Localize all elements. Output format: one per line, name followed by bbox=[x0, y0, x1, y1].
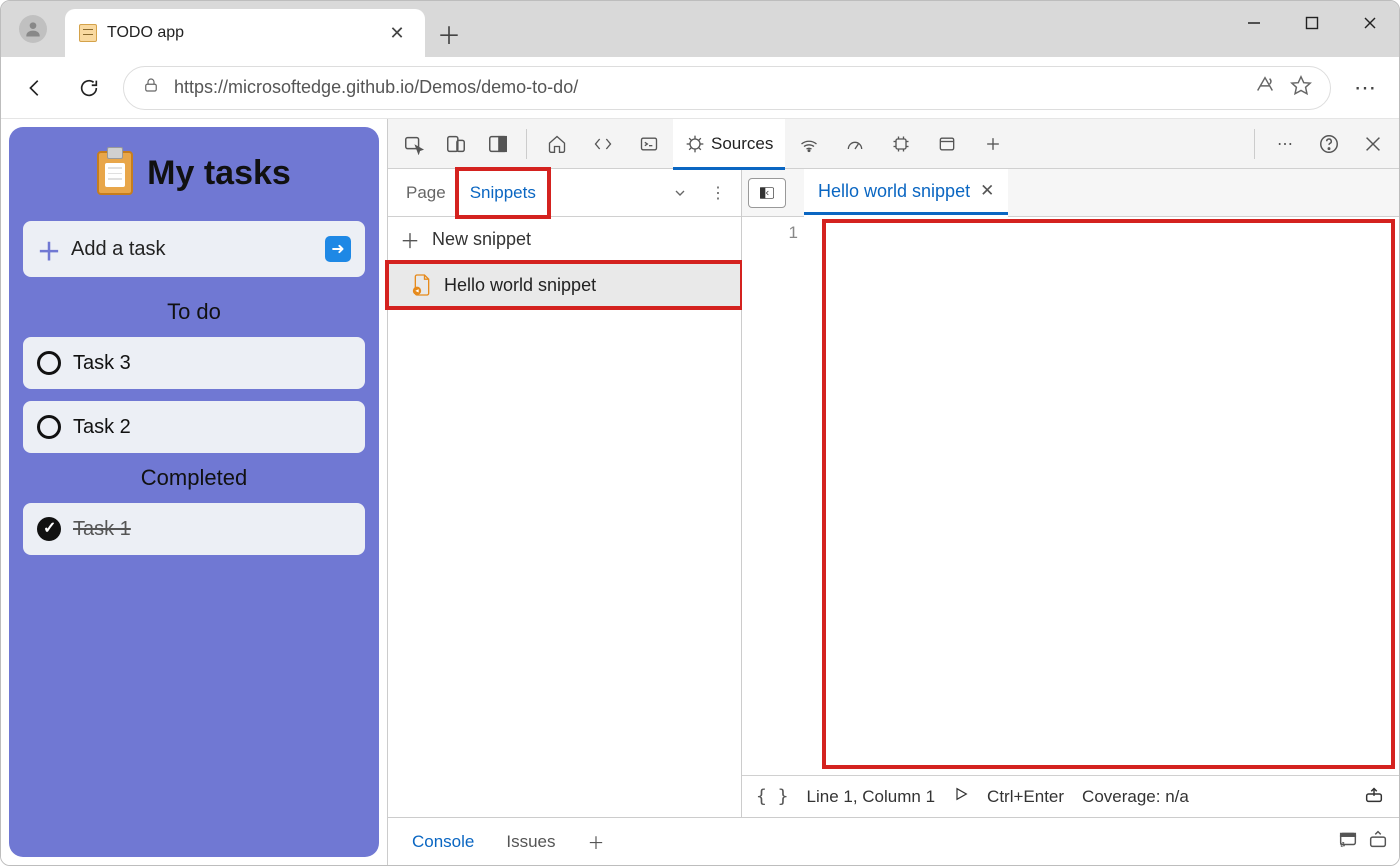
add-task-input[interactable]: ＋ Add a task ➜ bbox=[23, 221, 365, 277]
toggle-navigator-icon[interactable] bbox=[748, 178, 786, 208]
tab-sources-label: Sources bbox=[711, 134, 773, 154]
task-name: Task 3 bbox=[73, 352, 131, 375]
submit-arrow-icon[interactable]: ➜ bbox=[325, 236, 351, 262]
tab-memory[interactable] bbox=[879, 119, 923, 169]
tab-elements[interactable] bbox=[581, 119, 625, 169]
section-todo-header: To do bbox=[23, 299, 365, 325]
favicon-icon bbox=[79, 24, 97, 42]
profile-icon[interactable] bbox=[19, 15, 47, 43]
run-hint: Ctrl+Enter bbox=[987, 787, 1064, 807]
devtools: Sources ⋯ Page Snip bbox=[387, 119, 1399, 865]
section-completed-header: Completed bbox=[23, 465, 365, 491]
tab-sources[interactable]: Sources bbox=[673, 119, 785, 169]
task-name: Task 2 bbox=[73, 416, 131, 439]
window-minimize-button[interactable] bbox=[1225, 1, 1283, 45]
pretty-print-icon[interactable]: { } bbox=[756, 786, 789, 807]
tab-welcome[interactable] bbox=[535, 119, 579, 169]
task-name: Task 1 bbox=[73, 518, 131, 541]
code-area[interactable] bbox=[812, 217, 1399, 775]
cursor-position: Line 1, Column 1 bbox=[807, 787, 936, 807]
device-toolbar-icon[interactable] bbox=[436, 124, 476, 164]
tab-console[interactable] bbox=[627, 119, 671, 169]
editor-tab-close-icon[interactable]: ✕ bbox=[980, 181, 994, 201]
url-text: https://microsoftedge.github.io/Demos/de… bbox=[174, 77, 1240, 98]
devtools-close-icon[interactable] bbox=[1353, 124, 1393, 164]
snippet-file-icon bbox=[412, 273, 432, 297]
titlebar: TODO app ✕ ＋ bbox=[1, 1, 1399, 57]
address-bar: https://microsoftedge.github.io/Demos/de… bbox=[1, 57, 1399, 119]
new-tab-button[interactable]: ＋ bbox=[425, 9, 473, 57]
devtools-more-icon[interactable]: ⋯ bbox=[1265, 124, 1305, 164]
coverage-reload-icon[interactable] bbox=[1363, 783, 1385, 810]
clipboard-icon bbox=[97, 151, 133, 195]
snippet-name: Hello world snippet bbox=[444, 275, 596, 296]
line-number: 1 bbox=[742, 223, 798, 243]
new-snippet-label: New snippet bbox=[432, 229, 531, 250]
editor-tab-snippet[interactable]: Hello world snippet ✕ bbox=[804, 169, 1008, 217]
tab-application[interactable] bbox=[925, 119, 969, 169]
devtools-tabbar: Sources ⋯ bbox=[388, 119, 1399, 169]
browser-tab[interactable]: TODO app ✕ bbox=[65, 9, 425, 57]
drawer-tab-issues[interactable]: Issues bbox=[492, 819, 569, 865]
sources-navigator: Page Snippets ⋮ ＋ New snippet bbox=[388, 169, 742, 817]
window-maximize-button[interactable] bbox=[1283, 1, 1341, 45]
rendered-page: My tasks ＋ Add a task ➜ To do Task 3 Tas… bbox=[1, 119, 387, 865]
editor-gutter: 1 bbox=[742, 217, 812, 775]
sources-editor: Hello world snippet ✕ 1 { } bbox=[742, 169, 1399, 817]
coverage-status: Coverage: n/a bbox=[1082, 787, 1189, 807]
dock-side-icon[interactable] bbox=[478, 124, 518, 164]
devtools-drawer: Console Issues ＋ bbox=[388, 817, 1399, 865]
back-button[interactable] bbox=[15, 68, 55, 108]
task-item[interactable]: Task 2 bbox=[23, 401, 365, 453]
plus-icon: ＋ bbox=[37, 232, 61, 267]
refresh-button[interactable] bbox=[69, 68, 109, 108]
run-snippet-icon[interactable] bbox=[953, 786, 969, 807]
drawer-tab-add[interactable]: ＋ bbox=[574, 819, 619, 865]
read-aloud-icon[interactable] bbox=[1254, 74, 1276, 101]
favorite-icon[interactable] bbox=[1290, 74, 1312, 101]
todo-app: My tasks ＋ Add a task ➜ To do Task 3 Tas… bbox=[9, 127, 379, 857]
task-item[interactable]: Task 3 bbox=[23, 337, 365, 389]
inspect-element-icon[interactable] bbox=[394, 124, 434, 164]
subtabs-overflow-icon[interactable] bbox=[663, 176, 697, 210]
drawer-issues-icon[interactable] bbox=[1337, 828, 1359, 855]
tab-close-icon[interactable]: ✕ bbox=[387, 23, 407, 44]
task-checkbox-checked[interactable] bbox=[37, 517, 61, 541]
browser-more-button[interactable]: ⋯ bbox=[1345, 68, 1385, 108]
tab-title: TODO app bbox=[107, 24, 377, 42]
tab-network[interactable] bbox=[787, 119, 831, 169]
subtabs-more-icon[interactable]: ⋮ bbox=[701, 176, 735, 210]
new-snippet-button[interactable]: ＋ New snippet bbox=[388, 217, 741, 263]
drawer-expand-icon[interactable] bbox=[1367, 828, 1389, 855]
snippet-item[interactable]: Hello world snippet bbox=[388, 263, 741, 307]
devtools-help-icon[interactable] bbox=[1309, 124, 1349, 164]
app-title: My tasks bbox=[147, 154, 291, 193]
subtab-snippets[interactable]: Snippets bbox=[458, 170, 548, 216]
tab-more[interactable] bbox=[971, 119, 1015, 169]
plus-icon: ＋ bbox=[400, 225, 420, 254]
annotation-highlight bbox=[822, 219, 1395, 769]
drawer-tab-console[interactable]: Console bbox=[398, 819, 488, 865]
subtab-page[interactable]: Page bbox=[394, 170, 458, 216]
tab-performance[interactable] bbox=[833, 119, 877, 169]
window-close-button[interactable] bbox=[1341, 1, 1399, 45]
add-task-label: Add a task bbox=[71, 238, 315, 261]
task-checkbox[interactable] bbox=[37, 415, 61, 439]
omnibox[interactable]: https://microsoftedge.github.io/Demos/de… bbox=[123, 66, 1331, 110]
task-checkbox[interactable] bbox=[37, 351, 61, 375]
editor-statusbar: { } Line 1, Column 1 Ctrl+Enter Coverage… bbox=[742, 775, 1399, 817]
task-item-done[interactable]: Task 1 bbox=[23, 503, 365, 555]
editor-tab-label: Hello world snippet bbox=[818, 181, 970, 202]
lock-icon bbox=[142, 76, 160, 99]
